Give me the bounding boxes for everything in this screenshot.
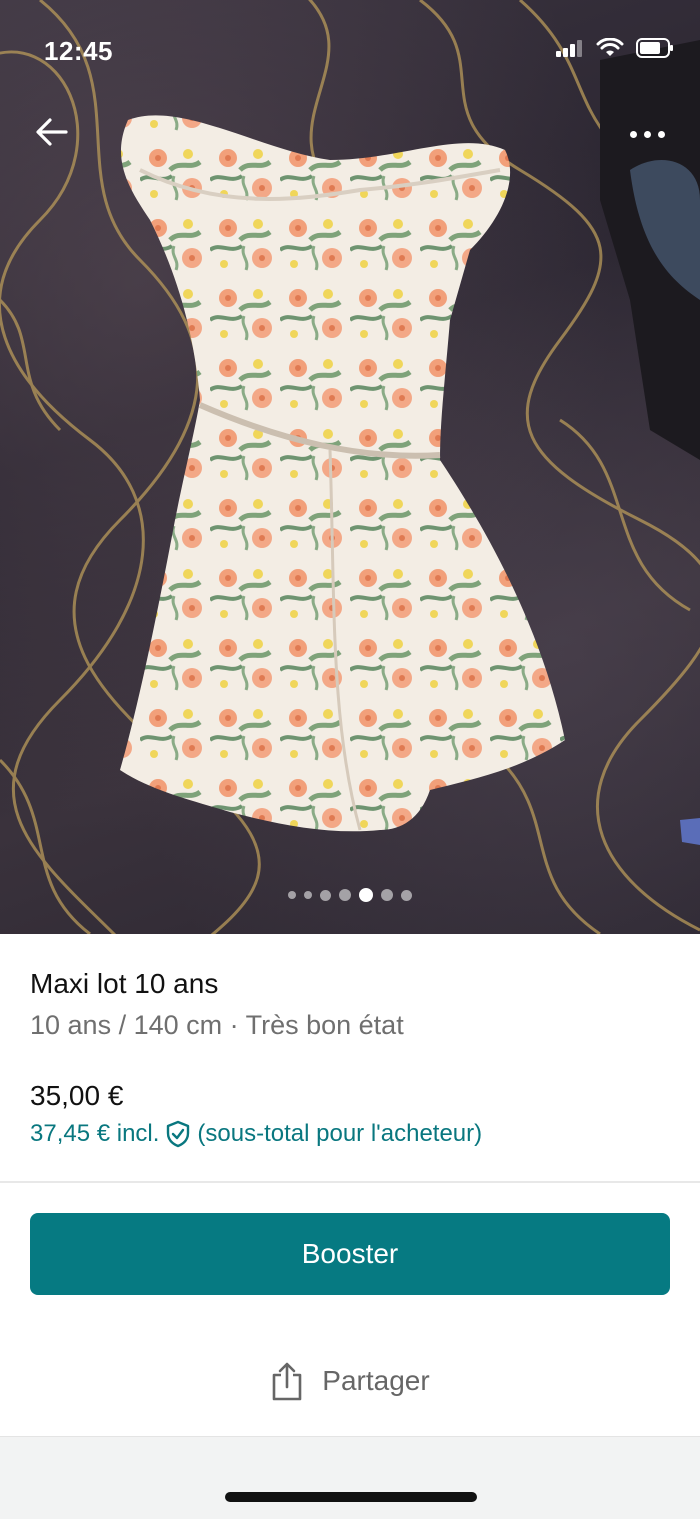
divider: [0, 1181, 700, 1183]
buyer-price: 37,45 € incl.: [30, 1120, 160, 1147]
buyer-price-row[interactable]: 37,45 € incl. (sous-total pour l'acheteu…: [30, 1120, 482, 1148]
more-options-icon: [629, 130, 637, 138]
listing-subtitle: 10 ans / 140 cm · Très bon état: [30, 1010, 404, 1040]
gallery-dot[interactable]: [288, 891, 296, 899]
back-button[interactable]: [30, 110, 74, 154]
gallery-dot[interactable]: [401, 889, 412, 901]
battery-icon: [636, 38, 673, 58]
status-bar: 12:45: [0, 0, 700, 100]
bottom-panel: [0, 1436, 700, 1519]
home-indicator[interactable]: [225, 1492, 477, 1502]
share-label: Partager: [322, 1365, 430, 1396]
status-time: 12:45: [44, 36, 113, 66]
gallery-dot[interactable]: [359, 888, 373, 902]
share-icon: [272, 1362, 302, 1401]
signal-icon: [556, 40, 582, 57]
listing-title: Maxi lot 10 ans: [30, 968, 219, 999]
product-photo-gallery[interactable]: 12:45: [0, 0, 700, 934]
gallery-dot[interactable]: [304, 891, 312, 899]
gallery-dot[interactable]: [339, 889, 351, 901]
gallery-pagination[interactable]: [0, 888, 700, 902]
back-arrow-icon: [36, 118, 68, 146]
gallery-dot[interactable]: [320, 889, 331, 901]
gallery-dot[interactable]: [381, 889, 393, 901]
buyer-price-note: (sous-total pour l'acheteur): [197, 1120, 483, 1147]
more-options-button[interactable]: [622, 116, 672, 152]
product-photo: [0, 0, 700, 934]
status-icons: [556, 38, 674, 58]
listing-price: 35,00 €: [30, 1080, 124, 1111]
shield-check-icon: [167, 1120, 190, 1148]
booster-button[interactable]: Booster: [30, 1213, 670, 1295]
wifi-icon: [596, 38, 624, 56]
share-button[interactable]: Partager: [0, 1348, 700, 1414]
